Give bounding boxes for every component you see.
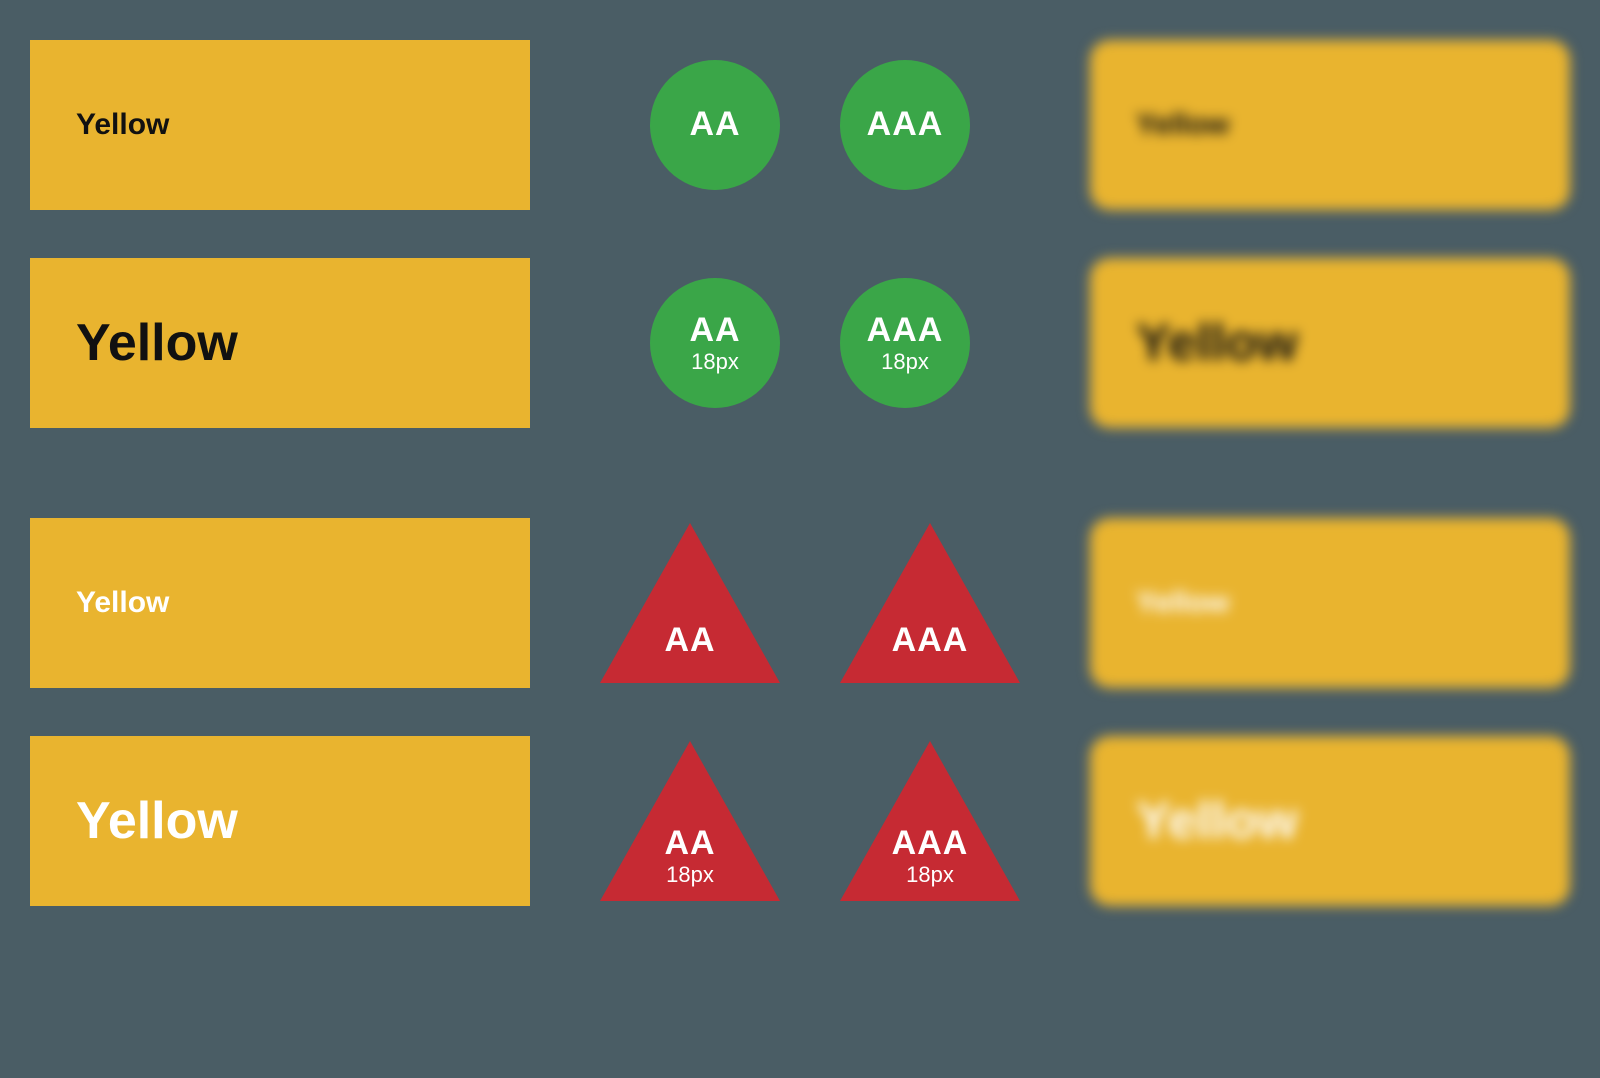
swatch-label: Yellow [76,791,238,851]
warning-triangle-icon [600,523,780,683]
swatch-label: Yellow [76,586,169,620]
wcag-level-label: AAA [892,622,969,659]
wcag-size-label: 18px [881,350,929,374]
color-swatch: Yellow [30,258,530,428]
wcag-level-label: AAA [867,106,944,143]
swatch-label: Yellow [76,313,238,373]
wcag-level-label: AA [664,825,715,862]
contrast-row: YellowAA18pxAAA18pxYellow [30,736,1570,906]
wcag-level-label: AAA [867,312,944,349]
color-swatch: Yellow [30,736,530,906]
swatch-label: Yellow [76,108,169,142]
wcag-aa-badge: AA [600,523,780,683]
blurred-preview: Yellow [1090,736,1570,906]
wcag-aa-badge: AA [650,60,780,190]
wcag-level-label: AA [689,312,740,349]
wcag-aaa-badge: AAA [840,523,1020,683]
wcag-aaa-badge: AAA18px [840,741,1020,901]
wcag-aa-badge: AA18px [600,741,780,901]
wcag-badges: AA18pxAAA18px [530,741,1090,901]
wcag-aaa-badge: AAA [840,60,970,190]
wcag-size-label: 18px [691,350,739,374]
contrast-row: YellowAA18pxAAA18pxYellow [30,258,1570,428]
blurred-preview: Yellow [1090,40,1570,210]
preview-label: Yellow [1136,586,1229,620]
wcag-level-label: AAA [892,825,969,862]
wcag-level-label: AA [689,106,740,143]
wcag-badges: AAAAA [530,60,1090,190]
wcag-level-label: AA [664,622,715,659]
contrast-row: YellowAAAAAYellow [30,40,1570,210]
contrast-table: YellowAAAAAYellowYellowAA18pxAAA18pxYell… [30,40,1570,906]
preview-label: Yellow [1136,791,1298,851]
color-swatch: Yellow [30,518,530,688]
wcag-aa-badge: AA18px [650,278,780,408]
blurred-preview: Yellow [1090,518,1570,688]
preview-label: Yellow [1136,313,1298,373]
warning-triangle-icon [840,523,1020,683]
wcag-badges: AAAAA [530,523,1090,683]
preview-label: Yellow [1136,108,1229,142]
contrast-row: YellowAAAAAYellow [30,518,1570,688]
blurred-preview: Yellow [1090,258,1570,428]
wcag-aaa-badge: AAA18px [840,278,970,408]
wcag-size-label: 18px [906,863,954,887]
wcag-badges: AA18pxAAA18px [530,278,1090,408]
wcag-size-label: 18px [666,863,714,887]
color-swatch: Yellow [30,40,530,210]
